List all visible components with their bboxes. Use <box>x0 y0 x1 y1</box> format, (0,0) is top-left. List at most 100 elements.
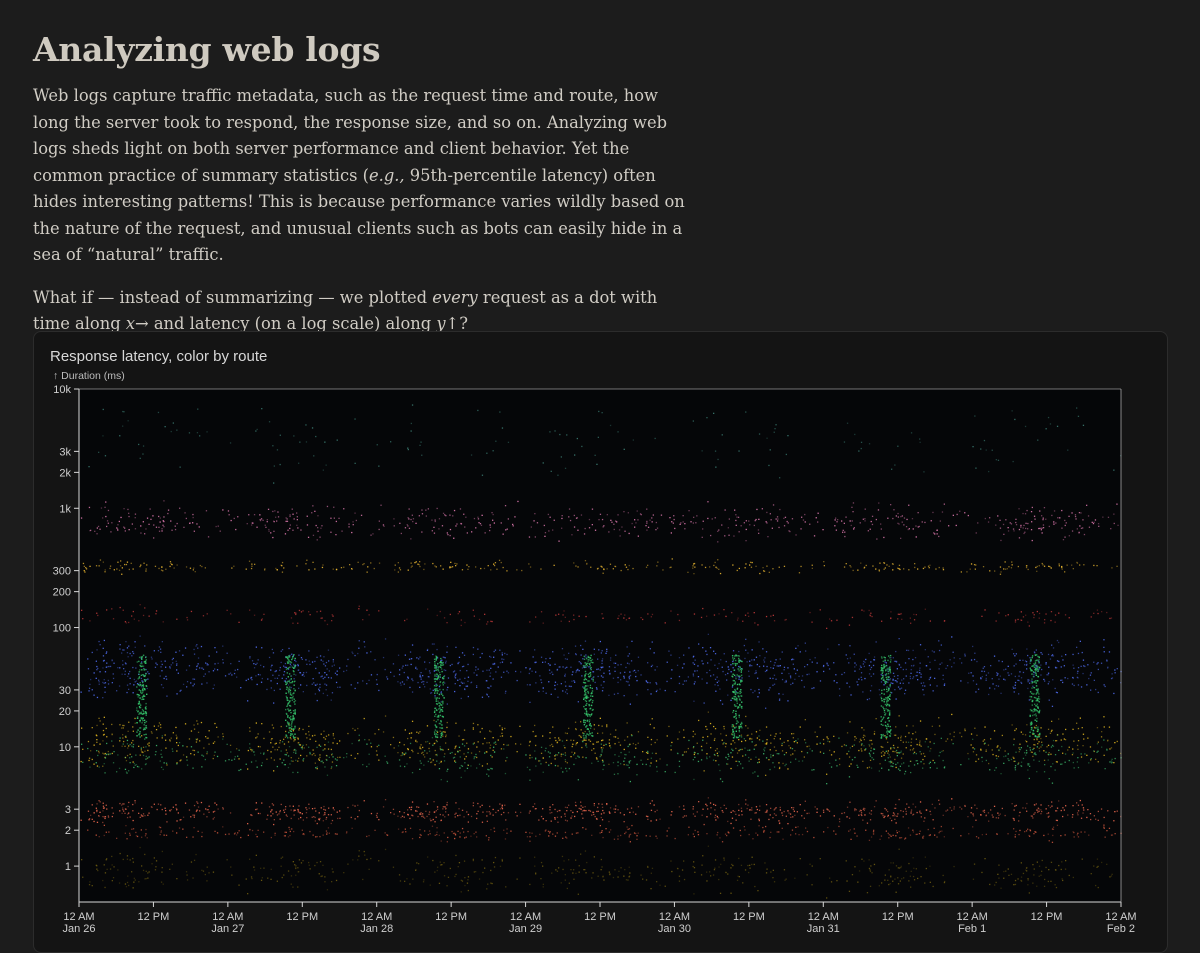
data-point <box>453 670 456 672</box>
data-point <box>250 748 252 751</box>
data-point <box>85 567 87 569</box>
data-point <box>403 671 405 674</box>
data-point <box>558 540 560 542</box>
data-point <box>504 804 506 806</box>
data-point <box>775 678 777 680</box>
data-point <box>580 729 582 731</box>
data-point <box>619 744 622 746</box>
data-point <box>259 812 261 815</box>
data-point <box>428 742 431 745</box>
data-point <box>330 767 332 770</box>
data-point <box>442 656 444 658</box>
data-point <box>610 657 612 659</box>
data-point <box>754 690 756 692</box>
data-point <box>987 672 990 674</box>
data-point <box>709 722 712 725</box>
data-point <box>910 741 912 743</box>
data-point <box>714 728 717 730</box>
data-point <box>768 759 770 761</box>
data-point <box>305 671 308 674</box>
data-point <box>529 741 531 743</box>
data-point <box>155 751 157 753</box>
data-point <box>425 741 427 743</box>
data-point <box>1089 674 1092 676</box>
data-point <box>370 534 372 536</box>
data-point <box>930 520 932 522</box>
data-point <box>747 612 749 614</box>
data-point <box>770 742 772 744</box>
data-point <box>419 565 421 568</box>
data-point <box>892 750 894 753</box>
data-point <box>251 524 253 526</box>
data-point <box>1013 738 1015 740</box>
data-point <box>479 806 481 808</box>
data-point <box>1080 817 1083 819</box>
data-point <box>1058 565 1060 567</box>
data-point <box>336 759 338 761</box>
data-point <box>500 748 503 750</box>
data-point <box>230 519 232 522</box>
data-point <box>684 528 686 530</box>
data-point <box>564 691 567 693</box>
data-point <box>960 680 962 682</box>
data-point <box>273 770 275 772</box>
data-point <box>883 684 885 686</box>
data-point <box>490 731 492 733</box>
data-point <box>461 809 464 811</box>
data-point <box>197 723 199 725</box>
data-point <box>82 618 84 620</box>
data-point <box>1043 771 1046 773</box>
data-point <box>598 649 600 651</box>
data-point <box>419 731 421 733</box>
data-point <box>296 524 298 526</box>
data-point <box>591 678 593 680</box>
data-point <box>320 617 322 619</box>
data-point <box>412 751 414 753</box>
data-point <box>860 812 863 814</box>
data-point <box>540 763 542 765</box>
data-point <box>795 758 797 760</box>
data-point <box>772 504 775 506</box>
data-point <box>1027 528 1029 530</box>
data-point <box>306 808 308 811</box>
data-point <box>677 738 679 740</box>
data-point <box>481 727 483 730</box>
data-point <box>623 760 625 762</box>
data-point <box>601 662 603 665</box>
data-point <box>946 665 949 667</box>
data-point <box>674 691 676 693</box>
data-point <box>938 717 940 719</box>
data-point <box>542 690 544 692</box>
data-point <box>492 808 494 811</box>
data-point <box>1111 761 1114 763</box>
data-point <box>263 752 265 754</box>
data-point <box>96 612 98 614</box>
data-point <box>912 528 914 530</box>
data-point <box>364 739 366 741</box>
data-point <box>892 678 894 680</box>
data-point <box>581 813 583 815</box>
data-point <box>1110 747 1113 749</box>
data-point <box>357 652 359 655</box>
data-point <box>910 665 913 667</box>
data-point <box>363 641 365 643</box>
data-point <box>926 738 928 740</box>
data-point <box>1007 527 1009 529</box>
data-point <box>1054 754 1057 756</box>
data-point <box>909 617 911 619</box>
data-point <box>1047 805 1050 807</box>
data-point <box>528 812 530 814</box>
data-point <box>505 760 507 762</box>
data-point <box>439 730 441 732</box>
data-point <box>922 685 924 687</box>
data-point <box>1093 661 1095 663</box>
data-point <box>1038 612 1041 615</box>
data-point <box>987 521 990 523</box>
data-point <box>504 652 506 655</box>
data-point <box>134 517 136 519</box>
data-point <box>425 668 427 670</box>
data-point <box>1065 654 1067 656</box>
data-point <box>839 821 841 823</box>
data-point <box>320 659 322 661</box>
data-point <box>1045 662 1047 664</box>
